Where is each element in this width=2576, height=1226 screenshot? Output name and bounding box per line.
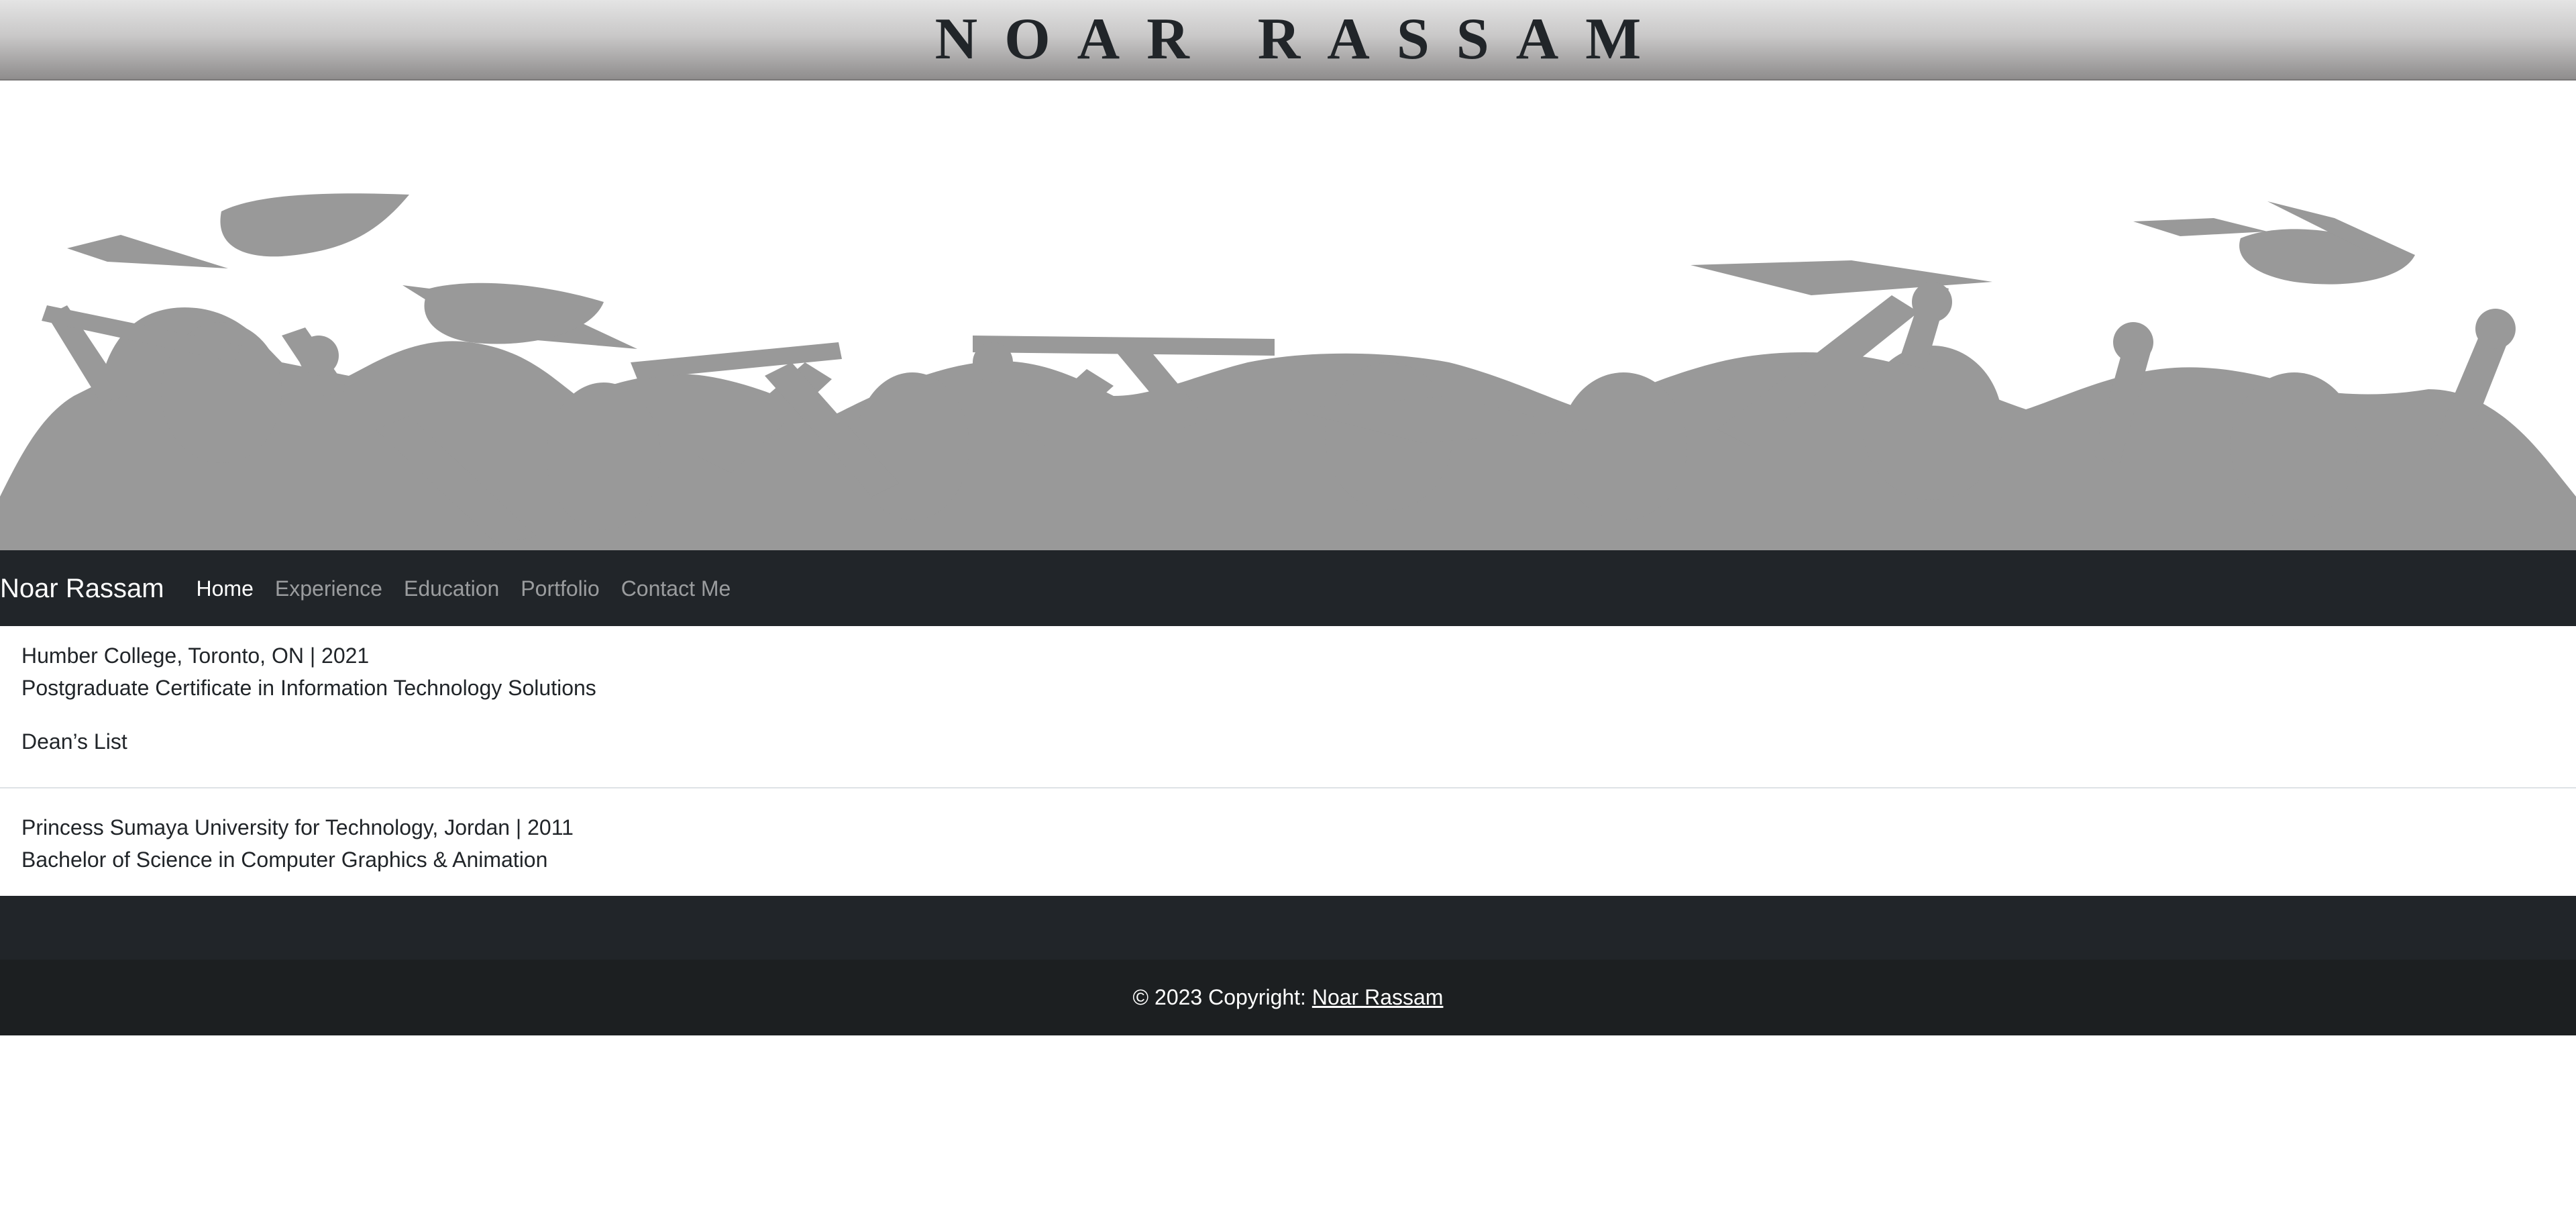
top-banner: NOAR RASSAM xyxy=(0,0,2576,81)
nav-links: Home Experience Education Portfolio Cont… xyxy=(197,578,753,599)
education-program: Postgraduate Certificate in Information … xyxy=(21,676,596,700)
nav-link-portfolio[interactable]: Portfolio xyxy=(521,576,599,601)
copyright-text: © 2023 Copyright: xyxy=(1132,985,1306,1009)
education-entry: Humber College, Toronto, ON | 2021 Postg… xyxy=(0,626,2576,787)
nav-link-education[interactable]: Education xyxy=(404,576,499,601)
nav-link-home[interactable]: Home xyxy=(197,576,254,601)
nav-item-portfolio: Portfolio xyxy=(521,578,599,599)
footer-copyright: © 2023 Copyright: Noar Rassam xyxy=(0,960,2576,1035)
footer-top-band xyxy=(0,896,2576,960)
nav-link-contact[interactable]: Contact Me xyxy=(621,576,731,601)
copyright-link[interactable]: Noar Rassam xyxy=(1312,985,1444,1010)
education-institution: Princess Sumaya University for Technolog… xyxy=(21,815,574,839)
nav-item-home: Home xyxy=(197,578,254,599)
site-title: NOAR RASSAM xyxy=(934,7,1668,72)
education-honor: Dean’s List xyxy=(21,729,127,754)
hero-banner xyxy=(0,81,2576,550)
education-program: Bachelor of Science in Computer Graphics… xyxy=(21,848,548,872)
nav-item-experience: Experience xyxy=(275,578,382,599)
graduates-silhouette-icon xyxy=(0,193,2576,550)
education-entry: Princess Sumaya University for Technolog… xyxy=(0,788,2576,896)
navbar-brand[interactable]: Noar Rassam xyxy=(0,575,164,602)
education-institution: Humber College, Toronto, ON | 2021 xyxy=(21,644,370,668)
main-navbar: Noar Rassam Home Experience Education Po… xyxy=(0,550,2576,626)
education-content: Humber College, Toronto, ON | 2021 Postg… xyxy=(0,626,2576,896)
nav-link-experience[interactable]: Experience xyxy=(275,576,382,601)
nav-item-contact: Contact Me xyxy=(621,578,731,599)
nav-item-education: Education xyxy=(404,578,499,599)
